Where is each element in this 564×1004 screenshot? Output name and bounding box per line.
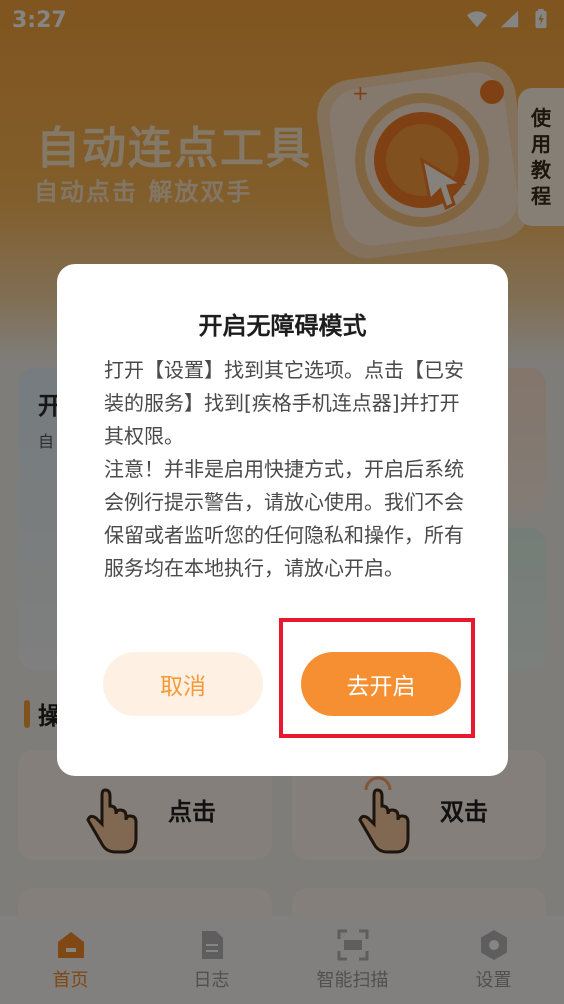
dialog-paragraph: 注意！并非是启用快捷方式，开启后系统会例行提示警告，请放心使用。我们不会保留或者… — [104, 457, 464, 580]
dialog-title: 开启无障碍模式 — [198, 312, 367, 340]
highlight-box — [279, 618, 475, 738]
dialog-body: 打开【设置】找到其它选项。点击【已安装的服务】找到[疾格手机连点器]并打开其权限… — [104, 354, 474, 585]
cancel-button[interactable]: 取消 — [103, 652, 263, 716]
dialog-paragraph: 打开【设置】找到其它选项。点击【已安装的服务】找到[疾格手机连点器]并打开其权限… — [104, 358, 464, 448]
